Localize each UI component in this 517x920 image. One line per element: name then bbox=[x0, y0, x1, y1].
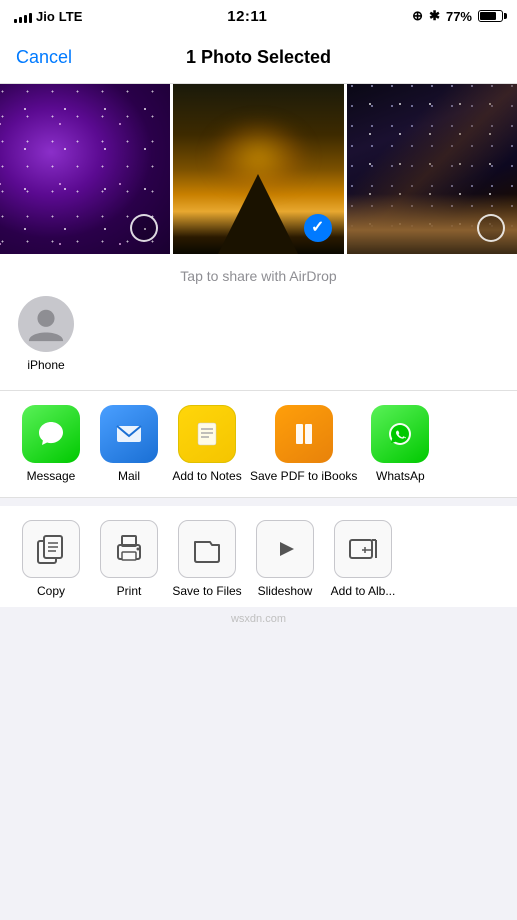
share-app-messages[interactable]: Message bbox=[16, 405, 86, 483]
copy-icon-box bbox=[22, 520, 80, 578]
selection-circle-3[interactable] bbox=[477, 214, 505, 242]
airdrop-contact-iphone[interactable]: iPhone bbox=[16, 296, 76, 372]
slideshow-label: Slideshow bbox=[258, 584, 313, 598]
signal-bar-1 bbox=[14, 19, 17, 23]
signal-bar-2 bbox=[19, 17, 22, 23]
bluetooth-icon: ✱ bbox=[429, 8, 440, 24]
ibooks-label: Save PDF to iBooks bbox=[250, 469, 357, 483]
photo-item-3[interactable] bbox=[347, 84, 517, 254]
messages-svg bbox=[35, 418, 67, 450]
avatar bbox=[18, 296, 74, 352]
photo-item-2[interactable]: ✓ bbox=[173, 84, 343, 254]
nav-bar: Cancel 1 Photo Selected bbox=[0, 32, 517, 84]
photo-grid: ✓ bbox=[0, 84, 517, 254]
mail-icon bbox=[100, 405, 158, 463]
notes-icon bbox=[178, 405, 236, 463]
person-icon bbox=[27, 305, 65, 343]
status-right: ⊕ ✱ 77% bbox=[412, 8, 503, 24]
save-files-icon-box bbox=[178, 520, 236, 578]
signal-bar-3 bbox=[24, 15, 27, 23]
battery-fill bbox=[480, 12, 496, 20]
notes-svg bbox=[191, 418, 223, 450]
mail-label: Mail bbox=[118, 469, 140, 483]
share-app-mail[interactable]: Mail bbox=[94, 405, 164, 483]
whatsapp-icon bbox=[371, 405, 429, 463]
airdrop-section: Tap to share with AirDrop iPhone bbox=[0, 254, 517, 391]
slideshow-icon-box bbox=[256, 520, 314, 578]
share-app-ibooks[interactable]: Save PDF to iBooks bbox=[250, 405, 357, 483]
share-apps-scroll: Message Mail Add to Notes bbox=[0, 405, 517, 483]
whatsapp-svg bbox=[384, 418, 416, 450]
action-copy[interactable]: Copy bbox=[16, 520, 86, 598]
print-icon-box bbox=[100, 520, 158, 578]
notes-label: Add to Notes bbox=[172, 469, 241, 483]
page-title: 1 Photo Selected bbox=[186, 47, 331, 68]
bottom-actions: Copy Print Save to Files bbox=[0, 506, 517, 606]
status-time: 12:11 bbox=[227, 8, 267, 25]
messages-icon bbox=[22, 405, 80, 463]
action-slideshow[interactable]: Slideshow bbox=[250, 520, 320, 598]
photo-item-1[interactable] bbox=[0, 84, 170, 254]
mail-svg bbox=[113, 418, 145, 450]
network-label: LTE bbox=[59, 9, 83, 24]
contact-name-iphone: iPhone bbox=[27, 358, 64, 372]
battery-percent: 77% bbox=[446, 9, 472, 24]
ibooks-icon bbox=[275, 405, 333, 463]
checkmark-icon: ✓ bbox=[311, 220, 324, 236]
ibooks-svg bbox=[288, 418, 320, 450]
print-label: Print bbox=[117, 584, 142, 598]
action-add-album[interactable]: Add to Alb... bbox=[328, 520, 398, 598]
whatsapp-label: WhatsAp bbox=[376, 469, 425, 483]
selection-circle-2[interactable]: ✓ bbox=[304, 214, 332, 242]
signal-bar-4 bbox=[29, 13, 32, 23]
bottom-actions-scroll: Copy Print Save to Files bbox=[0, 520, 517, 598]
cancel-button[interactable]: Cancel bbox=[16, 47, 72, 68]
carrier-label: Jio bbox=[36, 9, 55, 24]
status-bar: Jio LTE 12:11 ⊕ ✱ 77% bbox=[0, 0, 517, 32]
share-apps-section: Message Mail Add to Notes bbox=[0, 391, 517, 498]
watermark: wsxdn.com bbox=[0, 607, 517, 629]
signal-bars bbox=[14, 9, 32, 23]
save-files-label: Save to Files bbox=[172, 584, 241, 598]
add-album-label: Add to Alb... bbox=[331, 584, 396, 598]
airdrop-hint: Tap to share with AirDrop bbox=[0, 268, 517, 284]
copy-icon bbox=[34, 532, 68, 566]
status-left: Jio LTE bbox=[14, 9, 82, 24]
mountain-silhouette bbox=[218, 174, 298, 254]
airdrop-contacts: iPhone bbox=[0, 296, 517, 382]
save-files-icon bbox=[190, 532, 224, 566]
copy-label: Copy bbox=[37, 584, 65, 598]
action-print[interactable]: Print bbox=[94, 520, 164, 598]
add-album-icon-box bbox=[334, 520, 392, 578]
slideshow-icon bbox=[268, 532, 302, 566]
battery-icon bbox=[478, 10, 503, 22]
share-app-notes[interactable]: Add to Notes bbox=[172, 405, 242, 483]
location-icon: ⊕ bbox=[412, 8, 423, 24]
messages-label: Message bbox=[27, 469, 76, 483]
action-save-files[interactable]: Save to Files bbox=[172, 520, 242, 598]
share-app-whatsapp[interactable]: WhatsAp bbox=[365, 405, 435, 483]
print-icon bbox=[112, 532, 146, 566]
add-album-icon bbox=[346, 532, 380, 566]
